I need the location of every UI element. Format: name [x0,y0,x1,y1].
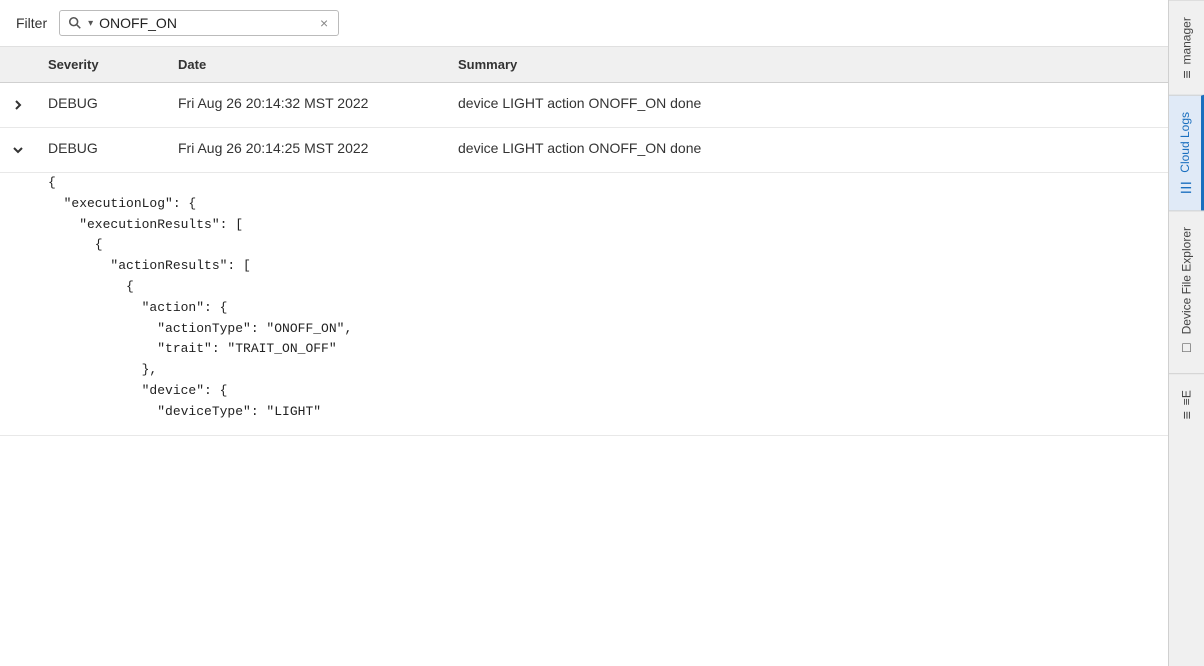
date-cell: Fri Aug 26 20:14:32 MST 2022 [166,83,446,128]
cloud-logs-icon: ☰ [1177,178,1193,194]
sidebar-tab-manager-label: manager [1180,17,1194,64]
filter-bar: Filter ▾ × [0,0,1168,47]
sidebar-tab-bottom[interactable]: ≡ ≡E [1169,373,1204,435]
main-area: Filter ▾ × Severity [0,0,1168,666]
col-header-summary: Summary [446,47,1168,83]
manager-icon: ≡ [1179,70,1195,78]
table-row: DEBUGFri Aug 26 20:14:32 MST 2022device … [0,83,1168,128]
col-header-severity: Severity [36,47,166,83]
bottom-tab-icon: ≡ [1179,411,1195,419]
sidebar-tab-manager[interactable]: ≡ manager [1169,0,1204,95]
right-sidebar: ≡ manager ☰ Cloud Logs □ Device File Exp… [1168,0,1204,666]
table-header-row: Severity Date Summary [0,47,1168,83]
summary-cell: device LIGHT action ONOFF_ON done [446,128,1168,173]
filter-clear-button[interactable]: × [318,16,330,30]
sidebar-tab-device-file-explorer-label: Device File Explorer [1180,227,1194,334]
log-table-body: DEBUGFri Aug 26 20:14:32 MST 2022device … [0,83,1168,436]
device-file-explorer-icon: □ [1179,341,1195,357]
row-expander-button[interactable] [8,140,28,160]
filter-input[interactable] [99,15,312,31]
summary-cell: device LIGHT action ONOFF_ON done [446,83,1168,128]
col-header-date: Date [166,47,446,83]
detail-row: { "executionLog": { "executionResults": … [0,173,1168,436]
date-cell: Fri Aug 26 20:14:25 MST 2022 [166,128,446,173]
log-table: Severity Date Summary DEBUGFri Aug 26 20… [0,47,1168,436]
sidebar-tab-cloud-logs[interactable]: ☰ Cloud Logs [1169,95,1204,211]
filter-dropdown-arrow-icon[interactable]: ▾ [88,18,93,29]
sidebar-tab-device-file-explorer[interactable]: □ Device File Explorer [1169,210,1204,372]
sidebar-tab-bottom-label: ≡E [1180,390,1194,405]
col-header-expander [0,47,36,83]
search-icon [68,16,82,30]
table-row: DEBUGFri Aug 26 20:14:25 MST 2022device … [0,128,1168,173]
severity-cell: DEBUG [36,128,166,173]
filter-input-wrapper: ▾ × [59,10,339,36]
row-expander-button[interactable] [8,95,28,115]
log-table-wrapper: Severity Date Summary DEBUGFri Aug 26 20… [0,47,1168,666]
severity-cell: DEBUG [36,83,166,128]
filter-label: Filter [16,15,47,31]
expander-cell [0,83,36,128]
detail-cell: { "executionLog": { "executionResults": … [0,173,1168,436]
expander-cell [0,128,36,173]
sidebar-tab-cloud-logs-label: Cloud Logs [1178,112,1192,173]
